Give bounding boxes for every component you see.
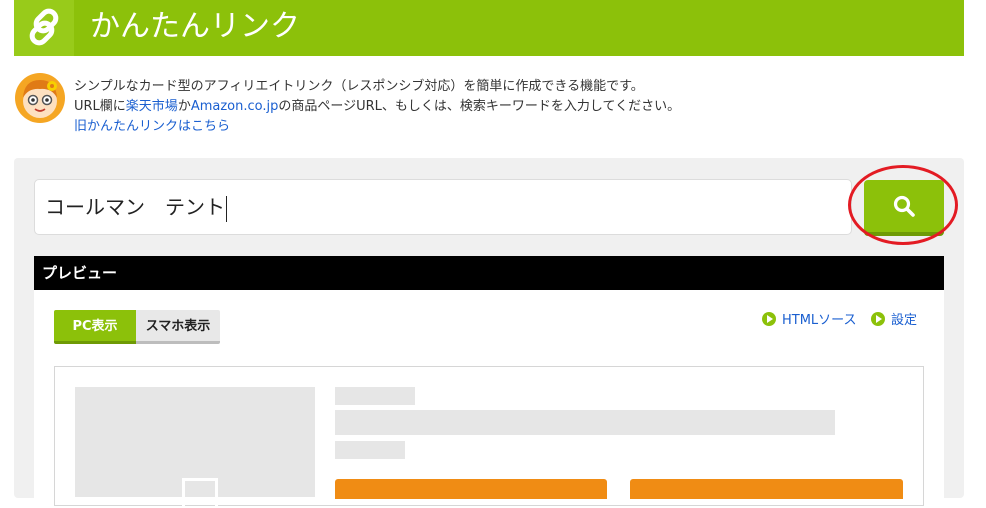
header-icon-box: [14, 0, 74, 56]
settings-link[interactable]: 設定: [871, 312, 917, 329]
intro-line-3: 旧かんたんリンクはこちら: [74, 117, 680, 137]
rakuten-link[interactable]: 楽天市場: [126, 99, 178, 114]
preview-header: プレビュー: [34, 256, 944, 290]
avatar: [15, 73, 65, 123]
price-placeholder: [335, 441, 405, 459]
tab-pc-view[interactable]: PC表示: [54, 310, 136, 344]
settings-label: 設定: [891, 313, 918, 328]
text-caret: [226, 195, 227, 222]
arrow-right-icon: [762, 312, 776, 326]
html-source-label: HTMLソース: [782, 313, 857, 328]
amazon-link[interactable]: Amazon.co.jp: [191, 99, 279, 114]
intro-line-2: URL欄に楽天市場かAmazon.co.jpの商品ページURL、もしくは、検索キ…: [74, 97, 680, 117]
intro-line-1: シンプルなカード型のアフィリエイトリンク（レスポンシブ対応）を簡単に作成できる機…: [74, 79, 644, 94]
annotation-circle: [848, 165, 958, 245]
html-source-link[interactable]: HTMLソース: [762, 312, 857, 329]
brand-placeholder: [335, 387, 415, 405]
intro-line-2-suffix: の商品ページURL、もしくは、検索キーワードを入力してください。: [278, 99, 681, 114]
rakuten-button-placeholder[interactable]: [630, 479, 903, 499]
search-input[interactable]: コールマン テント: [34, 179, 852, 235]
app-header: かんたんリンク: [14, 0, 964, 56]
intro-text: シンプルなカード型のアフィリエイトリンク（レスポンシブ対応）を簡単に作成できる機…: [74, 77, 680, 137]
image-icon: [182, 478, 218, 508]
arrow-right-icon: [871, 312, 885, 326]
page-title: かんたんリンク: [90, 9, 300, 44]
amazon-button-placeholder[interactable]: [335, 479, 607, 499]
search-input-value: コールマン テント: [45, 195, 225, 219]
intro-line-2-mid: か: [177, 99, 191, 114]
old-version-link[interactable]: 旧かんたんリンクはこちら: [74, 119, 230, 134]
link-icon: [29, 8, 59, 46]
title-placeholder: [335, 410, 835, 435]
tab-smartphone-view[interactable]: スマホ表示: [136, 310, 220, 344]
intro-line-2-prefix: URL欄に: [74, 99, 126, 114]
